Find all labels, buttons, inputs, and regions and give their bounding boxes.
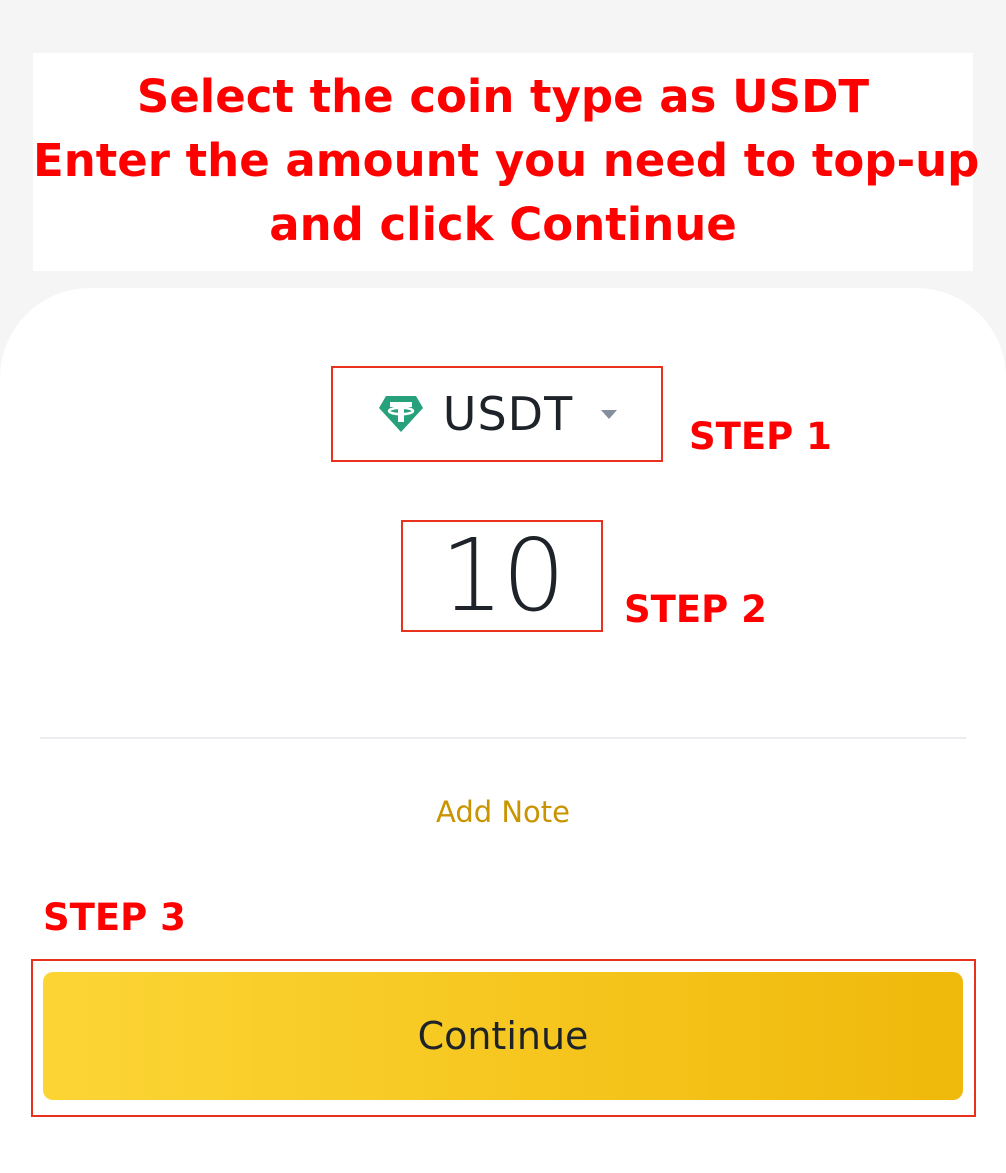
instruction-line-1: Select the coin type as USDT xyxy=(136,70,870,123)
step3-label: STEP 3 xyxy=(43,896,186,939)
step1-highlight xyxy=(331,366,663,462)
add-note-link[interactable]: Add Note xyxy=(0,795,1006,829)
continue-button[interactable]: Continue xyxy=(43,972,963,1100)
instruction-line-2: Enter the amount you need to top-up xyxy=(33,134,980,187)
step1-label: STEP 1 xyxy=(689,415,832,458)
instruction-line-3: and click Continue xyxy=(269,198,737,251)
divider xyxy=(40,737,966,739)
instruction-banner: Select the coin type as USDT Enter the a… xyxy=(33,53,980,271)
step2-label: STEP 2 xyxy=(624,588,767,631)
step2-highlight xyxy=(401,520,603,632)
